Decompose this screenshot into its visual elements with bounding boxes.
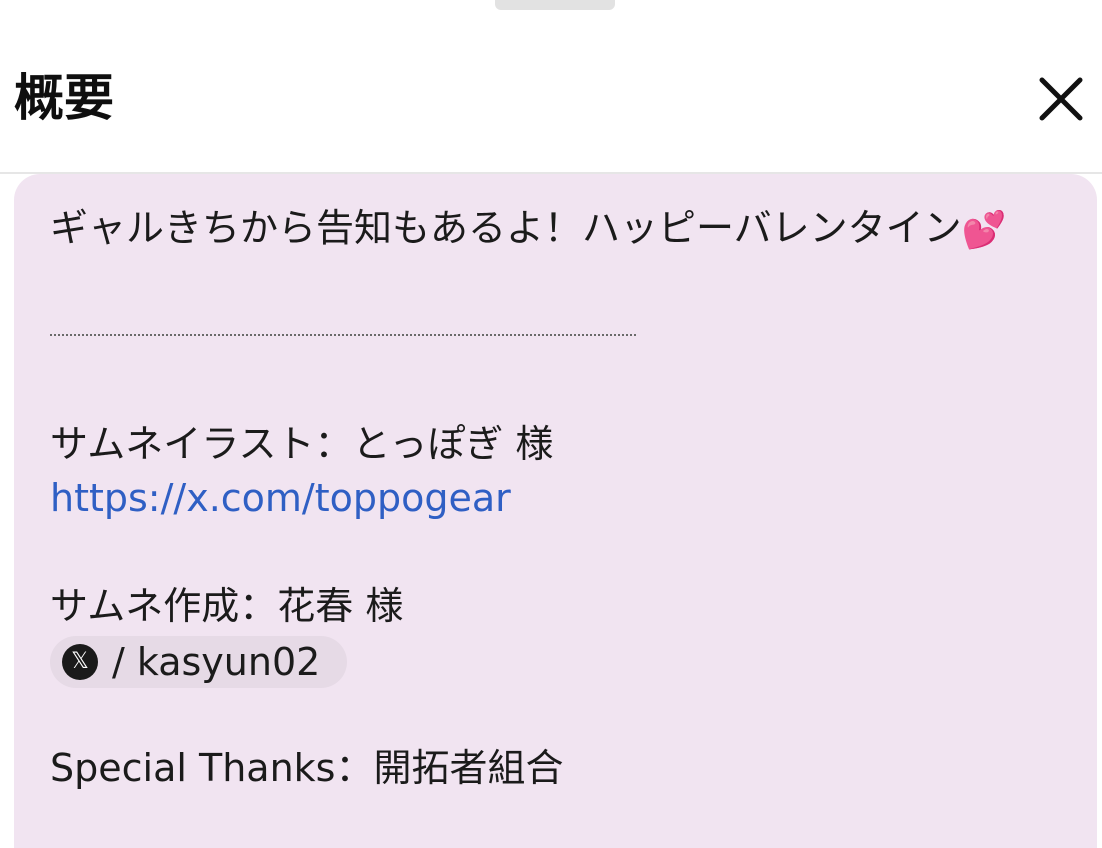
dotted-divider [50, 334, 636, 336]
close-button[interactable] [1030, 68, 1092, 130]
x-logo-icon: 𝕏 [62, 644, 98, 680]
page-title: 概要 [14, 69, 114, 127]
description-sheet: 概要 ギャルきちから告知もあるよ！ハッピーバレンタイン💕 サムネイラスト：とっぽ… [0, 0, 1102, 848]
two-hearts-icon: 💕 [961, 209, 1007, 251]
close-icon [1039, 77, 1083, 121]
intro-line: ギャルきちから告知もあるよ！ハッピーバレンタイン💕 [50, 204, 1006, 255]
thumbnail-credit: サムネ作成：花春 様 [50, 584, 404, 628]
drag-handle[interactable] [495, 0, 615, 10]
description-card: ギャルきちから告知もあるよ！ハッピーバレンタイン💕 サムネイラスト：とっぽぎ 様… [14, 174, 1097, 848]
illustrator-link[interactable]: https://x.com/toppogear [50, 474, 511, 522]
x-account-handle: / kasyun02 [112, 640, 321, 684]
intro-text: ギャルきちから告知もあるよ！ハッピーバレンタイン [50, 206, 962, 250]
x-account-chip[interactable]: 𝕏 / kasyun02 [50, 636, 347, 688]
special-thanks: Special Thanks：開拓者組合 [50, 746, 564, 790]
sheet-header: 概要 [0, 40, 1102, 174]
illustration-credit: サムネイラスト：とっぽぎ 様 [50, 422, 554, 466]
